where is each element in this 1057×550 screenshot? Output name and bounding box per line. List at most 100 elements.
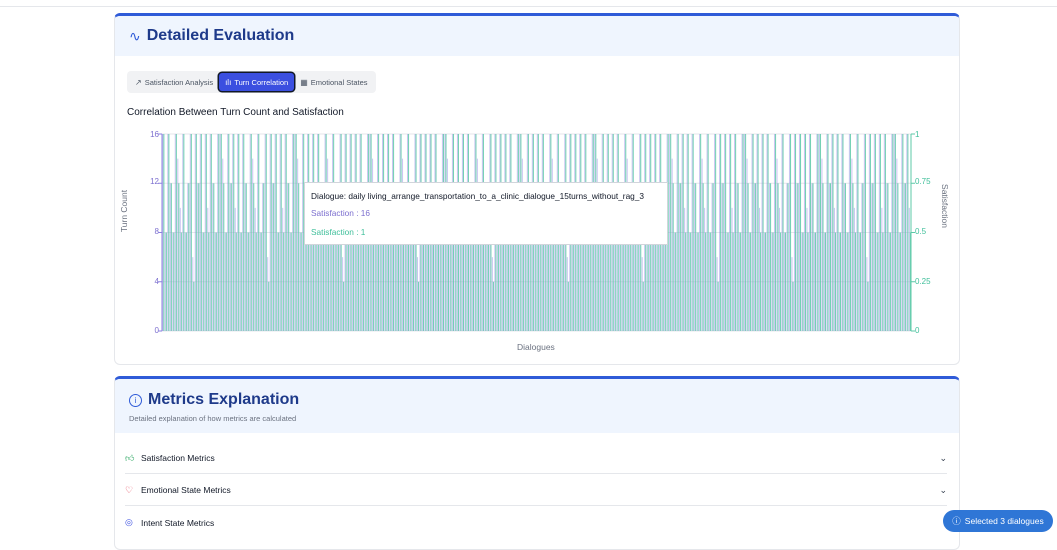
satisfaction-bar[interactable] [285, 134, 287, 331]
satisfaction-bar[interactable] [879, 134, 881, 331]
satisfaction-bar[interactable] [472, 232, 474, 332]
satisfaction-bar[interactable] [248, 232, 250, 332]
turn-count-bar[interactable] [272, 183, 274, 331]
satisfaction-bar[interactable] [777, 183, 779, 331]
satisfaction-bar[interactable] [725, 134, 727, 331]
satisfaction-bar[interactable] [854, 232, 856, 332]
turn-count-bar[interactable] [634, 232, 636, 332]
turn-count-bar[interactable] [721, 183, 723, 331]
turn-count-bar[interactable] [162, 134, 164, 331]
satisfaction-bar[interactable] [635, 232, 637, 332]
satisfaction-bar[interactable] [712, 183, 714, 331]
satisfaction-bar[interactable] [175, 134, 177, 331]
turn-count-bar[interactable] [262, 183, 264, 331]
satisfaction-bar[interactable] [223, 183, 225, 331]
turn-count-bar[interactable] [766, 134, 768, 331]
turn-count-bar[interactable] [881, 207, 883, 331]
satisfaction-bar[interactable] [797, 183, 799, 331]
turn-count-bar[interactable] [539, 232, 541, 332]
turn-count-bar[interactable] [866, 257, 868, 331]
satisfaction-bar[interactable] [330, 232, 332, 332]
satisfaction-bar[interactable] [834, 232, 836, 332]
satisfaction-bar[interactable] [168, 134, 170, 331]
satisfaction-bar[interactable] [814, 232, 817, 332]
satisfaction-bar[interactable] [672, 183, 674, 331]
turn-count-bar[interactable] [836, 134, 838, 331]
turn-count-bar[interactable] [187, 183, 189, 331]
satisfaction-bar[interactable] [735, 134, 737, 331]
satisfaction-bar[interactable] [847, 232, 849, 332]
turn-count-bar[interactable] [841, 134, 843, 331]
satisfaction-bar[interactable] [203, 232, 205, 332]
satisfaction-bar[interactable] [792, 281, 794, 331]
satisfaction-bar[interactable] [677, 134, 679, 331]
satisfaction-bar[interactable] [255, 232, 257, 332]
turn-count-bar[interactable] [818, 134, 820, 331]
turn-count-bar[interactable] [696, 232, 698, 332]
satisfaction-bar[interactable] [582, 232, 584, 332]
satisfaction-bar[interactable] [480, 232, 482, 332]
turn-count-bar[interactable] [813, 232, 815, 332]
turn-count-bar[interactable] [514, 232, 516, 332]
satisfaction-bar[interactable] [590, 232, 592, 332]
satisfaction-bar[interactable] [665, 232, 667, 332]
turn-count-bar[interactable] [851, 158, 853, 331]
turn-count-bar[interactable] [811, 183, 813, 331]
satisfaction-bar[interactable] [180, 232, 182, 332]
satisfaction-bar[interactable] [899, 232, 901, 332]
turn-count-bar[interactable] [751, 134, 753, 331]
satisfaction-bar[interactable] [245, 183, 247, 331]
satisfaction-bar[interactable] [752, 134, 754, 331]
turn-count-bar[interactable] [576, 232, 578, 332]
turn-count-bar[interactable] [234, 207, 236, 331]
satisfaction-bar[interactable] [243, 134, 245, 331]
turn-count-bar[interactable] [858, 232, 860, 332]
satisfaction-bar[interactable] [829, 183, 832, 331]
satisfaction-bar[interactable] [195, 134, 197, 331]
satisfaction-bar[interactable] [315, 232, 317, 332]
turn-count-bar[interactable] [621, 232, 623, 332]
turn-count-bar[interactable] [209, 134, 211, 331]
satisfaction-bar[interactable] [757, 134, 759, 331]
satisfaction-bar[interactable] [365, 232, 367, 332]
satisfaction-bar[interactable] [755, 183, 757, 331]
turn-count-bar[interactable] [269, 134, 271, 331]
satisfaction-bar[interactable] [265, 134, 267, 331]
turn-count-bar[interactable] [501, 232, 503, 332]
turn-count-bar[interactable] [681, 134, 683, 331]
turn-count-bar[interactable] [182, 134, 184, 331]
satisfaction-bar[interactable] [869, 134, 871, 331]
satisfaction-bar[interactable] [715, 134, 717, 331]
satisfaction-bar[interactable] [263, 183, 265, 331]
satisfaction-bar[interactable] [535, 232, 537, 332]
satisfaction-bar[interactable] [547, 232, 549, 332]
satisfaction-bar[interactable] [283, 232, 285, 332]
turn-count-bar[interactable] [749, 232, 751, 332]
satisfaction-bar[interactable] [385, 232, 387, 332]
turn-count-bar[interactable] [352, 232, 354, 332]
turn-count-bar[interactable] [806, 207, 808, 331]
turn-count-bar[interactable] [798, 134, 800, 331]
turn-count-bar[interactable] [207, 207, 209, 331]
satisfaction-bar[interactable] [772, 232, 774, 332]
satisfaction-bar[interactable] [737, 183, 739, 331]
satisfaction-bar[interactable] [782, 134, 784, 331]
turn-count-bar[interactable] [396, 232, 399, 332]
satisfaction-bar[interactable] [540, 232, 542, 332]
satisfaction-bar[interactable] [907, 134, 909, 331]
turn-count-bar[interactable] [416, 257, 419, 331]
satisfaction-bar[interactable] [240, 232, 242, 332]
satisfaction-bar[interactable] [687, 134, 689, 331]
turn-count-bar[interactable] [239, 232, 241, 332]
turn-count-bar[interactable] [714, 134, 716, 331]
satisfaction-bar[interactable] [722, 183, 724, 331]
satisfaction-bar[interactable] [819, 134, 822, 331]
turn-count-bar[interactable] [254, 207, 256, 331]
satisfaction-bar[interactable] [323, 232, 325, 332]
satisfaction-bar[interactable] [300, 232, 302, 332]
turn-count-bar[interactable] [229, 183, 231, 331]
satisfaction-bar[interactable] [690, 232, 692, 332]
turn-count-bar[interactable] [823, 232, 825, 332]
satisfaction-bar[interactable] [762, 134, 764, 331]
turn-count-bar[interactable] [863, 134, 865, 331]
